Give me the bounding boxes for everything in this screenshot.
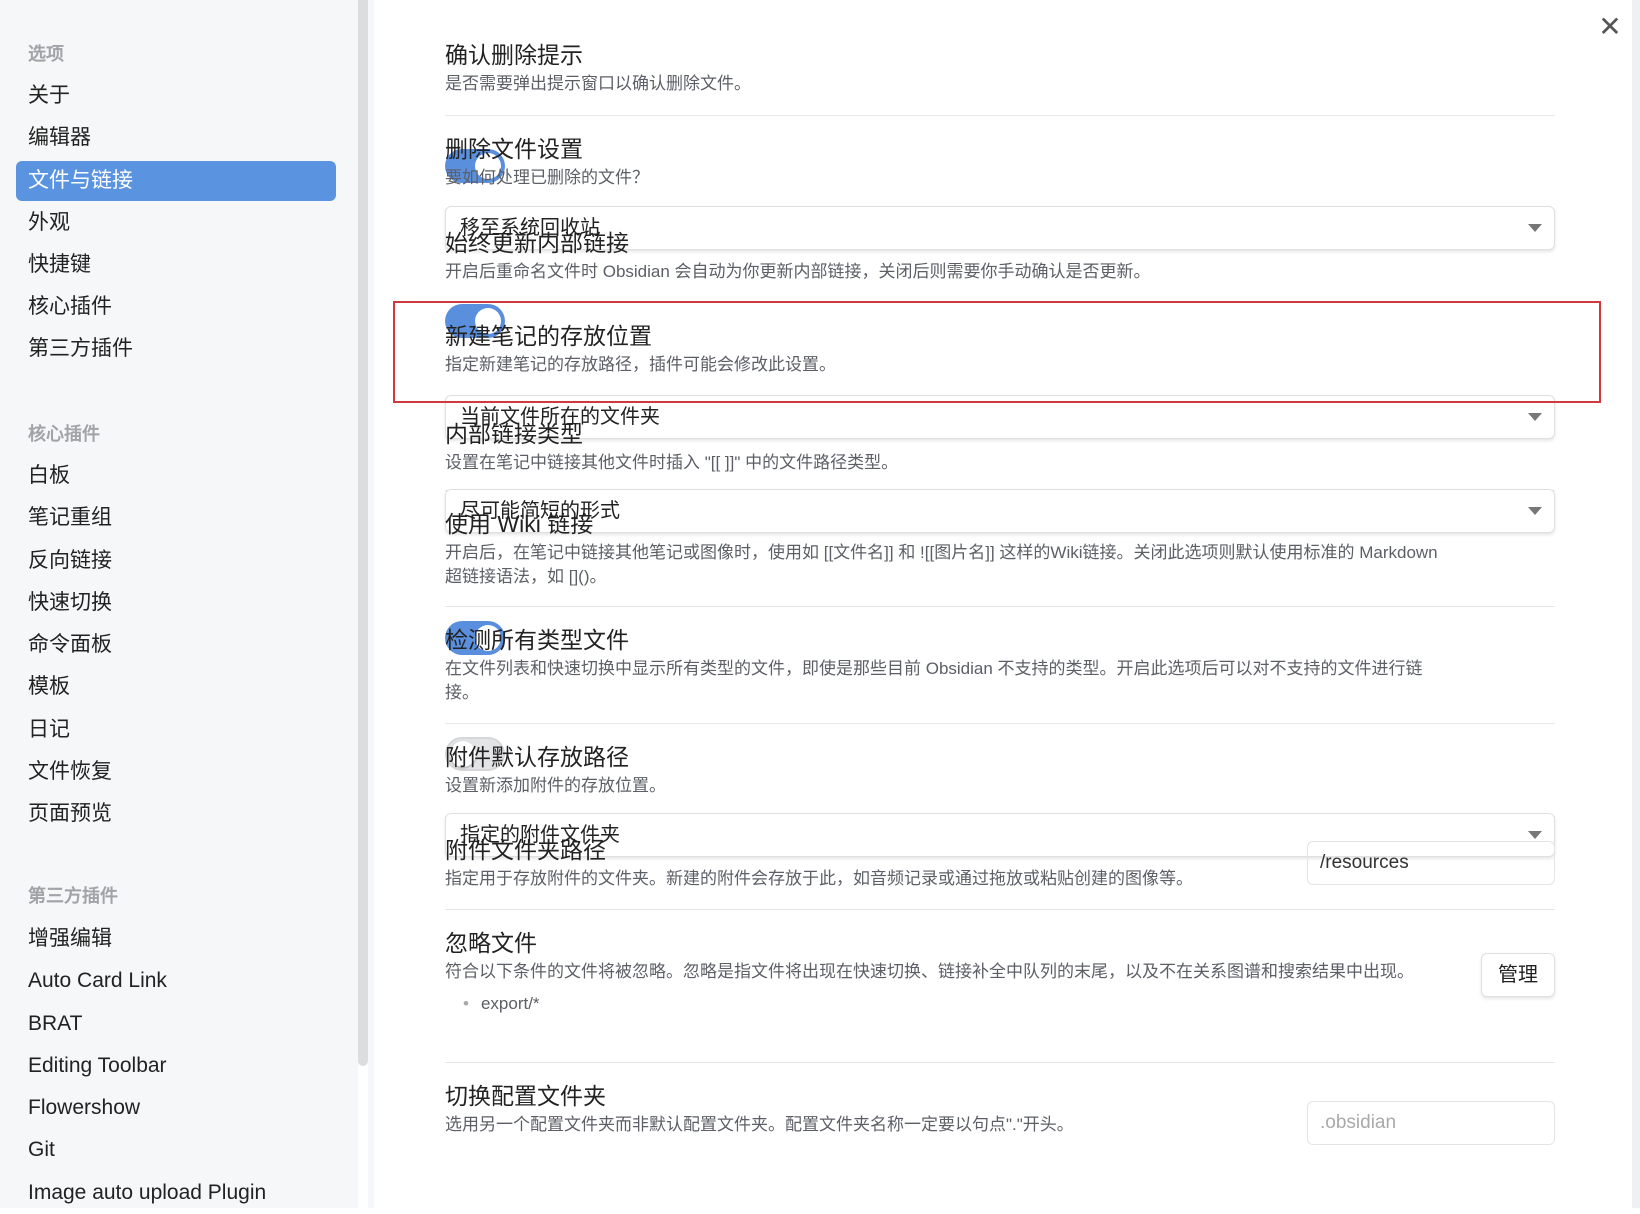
setting-row: 使用 Wiki 链接 开启后，在笔记中链接其他笔记或图像时，使用如 [[文件名]… [445,491,1555,655]
settings-content: 确认删除提示 是否需要弹出提示窗口以确认删除文件。 删除文件设置 要如何处理已删除… [445,0,1555,1183]
setting-title: 检测所有类型文件 [445,627,629,653]
sidebar-item[interactable]: Git [16,1129,336,1171]
setting-title: 新建笔记的存放位置 [445,323,652,349]
sidebar-item[interactable]: 核心插件 [16,286,336,328]
sidebar-item[interactable]: 增强编辑 [16,918,336,960]
sidebar-list: 白板 笔记重组 反向链接 快速切换 命令面板 模板 日记 文件恢复 页面预览 [16,455,336,836]
setting-row: 忽略文件 符合以下条件的文件将被忽略。忽略是指文件将出现在快速切换、链接补全中队… [445,910,1555,1063]
gutter [368,0,374,1208]
setting-row: 附件文件夹路径 指定用于存放附件的文件夹。新建的附件会存放于此，如音频记录或通过… [445,817,1555,910]
sidebar-item[interactable]: 日记 [16,709,336,751]
setting-row: 新建笔记的存放位置 指定新建笔记的存放路径，插件可能会修改此设置。 当前文件所在的… [445,303,1555,439]
sidebar-list: 关于 编辑器 文件与链接 外观 快捷键 核心插件 第三方插件 [16,75,336,371]
sidebar-item[interactable]: 反向链接 [16,540,336,582]
sidebar-item[interactable]: 外观 [16,202,336,244]
attachment-folder-input[interactable]: /resources [1307,841,1555,885]
manage-button[interactable]: 管理 [1481,953,1555,997]
sidebar-item[interactable]: 白板 [16,455,336,497]
sidebar-scrollbar[interactable] [358,0,368,1066]
sidebar-item[interactable]: BRAT [16,1003,336,1045]
sidebar-item[interactable]: 笔记重组 [16,497,336,539]
sidebar-section-header: 第三方插件 [28,886,118,906]
sidebar-item[interactable]: 关于 [16,75,336,117]
setting-description: 指定新建笔记的存放路径，插件可能会修改此设置。 [445,355,836,374]
setting-row: 始终更新内部链接 开启后重命名文件时 Obsidian 会自动为你更新内部链接，… [445,210,1555,338]
sidebar-item[interactable]: Auto Card Link [16,960,336,1002]
sidebar-section-header: 核心插件 [28,424,100,444]
setting-description: 指定用于存放附件的文件夹。新建的附件会存放于此，如音频记录或通过拖放或粘贴创建的… [445,869,1193,888]
setting-title: 删除文件设置 [445,136,583,162]
setting-description: 设置在笔记中链接其他文件时插入 "[[ ]]" 中的文件路径类型。 [445,453,899,472]
settings-sidebar: 选项 关于 编辑器 文件与链接 外观 快捷键 核心插件 第三方插件 核心插件 白板 笔记重组 反向链接… [0,0,358,1208]
setting-row: 确认删除提示 是否需要弹出提示窗口以确认删除文件。 [445,0,1555,183]
content-scrollbar[interactable] [1632,0,1640,1208]
sidebar-item[interactable]: 模板 [16,666,336,708]
setting-description: 要如何处理已删除的文件？ [445,168,649,187]
setting-row: 附件默认存放路径 设置新添加附件的存放位置。 指定的附件文件夹 [445,724,1555,857]
setting-title: 确认删除提示 [445,42,583,68]
setting-row: 检测所有类型文件 在文件列表和快速切换中显示所有类型的文件，即使是那些目前 Ob… [445,607,1555,771]
sidebar-item[interactable]: Flowershow [16,1087,336,1129]
setting-description: 设置新添加附件的存放位置。 [445,776,666,795]
setting-row: 切换配置文件夹 选用另一个配置文件夹而非默认配置文件夹。配置文件夹名称一定要以句… [445,1063,1555,1183]
close-icon[interactable]: ✕ [1596,10,1624,43]
setting-title: 附件默认存放路径 [445,744,629,770]
setting-row: 删除文件设置 要如何处理已删除的文件？ 移至系统回收站 [445,116,1555,250]
ignored-pattern: export/* [463,992,1555,1016]
setting-title: 始终更新内部链接 [445,230,629,256]
sidebar-item[interactable]: 文件与链接 [16,160,336,201]
sidebar-item[interactable]: 文件恢复 [16,751,336,793]
setting-description: 是否需要弹出提示窗口以确认删除文件。 [445,74,751,93]
setting-row: 内部链接类型 设置在笔记中链接其他文件时插入 "[[ ]]" 中的文件路径类型。… [445,401,1555,533]
sidebar-list: 增强编辑 Auto Card Link BRAT Editing Toolbar Flo… [16,918,336,1214]
config-folder-input[interactable]: .obsidian [1307,1101,1555,1145]
setting-description: 符合以下条件的文件将被忽略。忽略是指文件将出现在快速切换、链接补全中队列的末尾，… [445,962,1414,981]
setting-description: 开启后，在笔记中链接其他笔记或图像时，使用如 [[文件名]] 和 ![[图片名]… [445,543,1438,586]
sidebar-item[interactable]: Editing Toolbar [16,1045,336,1087]
sidebar-item[interactable]: 编辑器 [16,117,336,159]
setting-title: 使用 Wiki 链接 [445,511,594,537]
sidebar-item[interactable]: 快捷键 [16,244,336,286]
setting-description: 选用另一个配置文件夹而非默认配置文件夹。配置文件夹名称一定要以句点"."开头。 [445,1115,1074,1134]
setting-description: 在文件列表和快速切换中显示所有类型的文件，即使是那些目前 Obsidian 不支… [445,659,1423,702]
sidebar-item[interactable]: 快速切换 [16,582,336,624]
setting-description: 开启后重命名文件时 Obsidian 会自动为你更新内部链接，关闭后则需要你手动… [445,262,1151,281]
sidebar-item[interactable]: 第三方插件 [16,328,336,370]
setting-title: 忽略文件 [445,930,537,956]
setting-title: 内部链接类型 [445,421,583,447]
sidebar-item[interactable]: 命令面板 [16,624,336,666]
sidebar-section-header: 选项 [28,44,64,64]
sidebar-item[interactable]: 页面预览 [16,793,336,835]
